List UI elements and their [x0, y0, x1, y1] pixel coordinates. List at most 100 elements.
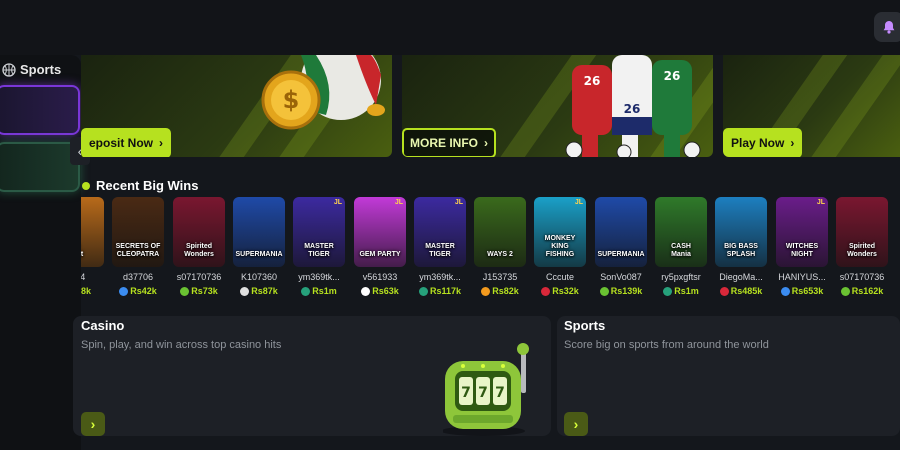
recent-win-item[interactable]: SUPERMANIA K107360 Rs87k	[233, 197, 285, 296]
game-title: GEM PARTY	[359, 251, 401, 258]
winner-username: K107360	[240, 272, 278, 282]
more-info-label: MORE INFO	[410, 136, 478, 150]
win-amount: Rs87k	[233, 286, 285, 296]
recent-win-item[interactable]: CASH Mania ry5pxgftsr Rs1m	[655, 197, 707, 296]
svg-text:7: 7	[478, 385, 488, 401]
winner-username: ry5pxgftsr	[661, 272, 701, 282]
game-title: MASTER TIGER	[425, 243, 455, 258]
winner-username: s07170736	[839, 272, 885, 282]
recent-win-item[interactable]: BIG BASS SPLASH DiegoMa... Rs485k	[715, 197, 767, 296]
svg-text:7: 7	[461, 385, 471, 401]
card-title: Sports	[564, 318, 606, 333]
win-amount: Rs117k	[414, 286, 466, 296]
game-thumbnail[interactable]: JL MONKEY KING FISHING	[534, 197, 586, 267]
currency-coin-icon	[119, 286, 129, 296]
coin-football-illustration: $	[261, 55, 385, 130]
svg-text:$: $	[283, 86, 300, 114]
win-amount-value: Rs42k	[130, 286, 157, 296]
sidebar-item-sports[interactable]: Sports	[2, 62, 61, 77]
currency-coin-icon	[481, 286, 491, 296]
win-amount-value: Rs87k	[251, 286, 278, 296]
recent-win-item[interactable]: e get s64 68k	[81, 197, 104, 296]
promo-banner-play[interactable]: Play Now ›	[723, 55, 900, 157]
provider-badge: JL	[394, 199, 403, 206]
win-amount-value: 68k	[81, 286, 92, 296]
win-amount: Rs1m	[655, 286, 707, 296]
recent-wins-strip: e get s64 68k SECRETS OF CLEOPATRA d37706 Rs4…	[81, 197, 900, 300]
chevron-right-icon: ›	[484, 136, 488, 150]
more-info-button[interactable]: MORE INFO ›	[402, 128, 496, 157]
game-thumbnail[interactable]: JL WITCHES NIGHT	[776, 197, 828, 267]
currency-coin-icon	[418, 286, 428, 296]
recent-win-item[interactable]: JL GEM PARTY v561933 Rs63k	[354, 197, 406, 296]
winner-username: DiegoMa...	[719, 272, 763, 282]
game-thumbnail[interactable]: BIG BASS SPLASH	[715, 197, 767, 267]
win-amount-value: Rs73k	[191, 286, 218, 296]
recent-win-item[interactable]: SUPERMANIA SonVo087 Rs139k	[595, 197, 647, 296]
game-thumbnail[interactable]: SECRETS OF CLEOPATRA	[112, 197, 164, 267]
game-title: BIG BASS SPLASH	[724, 243, 758, 258]
bell-icon	[883, 21, 895, 34]
win-amount: Rs653k	[776, 286, 828, 296]
game-thumbnail[interactable]: e get	[81, 197, 104, 267]
game-thumbnail[interactable]: SUPERMANIA	[233, 197, 285, 267]
game-thumbnail[interactable]: JL MASTER TIGER	[293, 197, 345, 267]
sidebar-promo-card-green[interactable]	[0, 142, 80, 192]
win-amount-value: Rs485k	[730, 286, 763, 296]
recent-win-item[interactable]: SECRETS OF CLEOPATRA d37706 Rs42k	[112, 197, 164, 296]
win-amount: Rs162k	[836, 286, 888, 296]
recent-win-item[interactable]: JL WITCHES NIGHT HANIYUS... Rs653k	[776, 197, 828, 296]
provider-badge: JL	[816, 199, 825, 206]
notification-button[interactable]	[874, 12, 900, 42]
game-thumbnail[interactable]: CASH Mania	[655, 197, 707, 267]
promo-banner-deposit[interactable]: $ eposit Now ›	[81, 55, 392, 157]
section-title: Recent Big Wins	[96, 178, 199, 193]
recent-win-item[interactable]: JL MASTER TIGER ym369tk... Rs117k	[414, 197, 466, 296]
currency-coin-icon	[780, 286, 790, 296]
win-amount: Rs42k	[112, 286, 164, 296]
casino-go-button[interactable]: ›	[81, 412, 105, 436]
currency-coin-icon	[180, 286, 190, 296]
sports-go-button[interactable]: ›	[564, 412, 588, 436]
casino-card[interactable]: Casino Spin, play, and win across top ca…	[73, 316, 551, 436]
recent-win-item[interactable]: WAYS 2 J153735 Rs82k	[474, 197, 526, 296]
deposit-now-button[interactable]: eposit Now ›	[81, 128, 172, 157]
game-thumbnail[interactable]: JL GEM PARTY	[354, 197, 406, 267]
recent-win-item[interactable]: JL MASTER TIGER ym369tk... Rs1m	[293, 197, 345, 296]
currency-coin-icon	[663, 286, 673, 296]
football-players-illustration: 26 26 26	[565, 55, 701, 157]
recent-win-item[interactable]: Spirited Wonders s07170736 Rs73k	[173, 197, 225, 296]
win-amount: Rs73k	[173, 286, 225, 296]
sidebar-promo-card-purple[interactable]	[0, 85, 80, 135]
game-thumbnail[interactable]: Spirited Wonders	[836, 197, 888, 267]
sports-card[interactable]: Sports Score big on sports from around t…	[557, 316, 900, 436]
game-thumbnail[interactable]: WAYS 2	[474, 197, 526, 267]
win-amount: Rs1m	[293, 286, 345, 296]
winner-username: ym369tk...	[419, 272, 461, 282]
game-thumbnail[interactable]: SUPERMANIA	[595, 197, 647, 267]
game-title: MASTER TIGER	[304, 243, 334, 258]
winner-username: SonVo087	[600, 272, 642, 282]
win-amount: 68k	[81, 286, 104, 296]
chevron-right-icon: ›	[573, 416, 579, 432]
win-amount-value: Rs162k	[851, 286, 884, 296]
card-subtitle: Spin, play, and win across top casino hi…	[81, 339, 282, 351]
live-dot-icon	[82, 181, 90, 190]
win-amount: Rs139k	[595, 286, 647, 296]
game-title: WAYS 2	[487, 251, 513, 258]
winner-username: J153735	[482, 272, 518, 282]
recent-win-item[interactable]: JL MONKEY KING FISHING Cccute Rs32k	[534, 197, 586, 296]
win-amount: Rs82k	[474, 286, 526, 296]
game-thumbnail[interactable]: Spirited Wonders	[173, 197, 225, 267]
play-now-button[interactable]: Play Now ›	[723, 128, 803, 157]
slot-machine-icon: 7 7 7	[443, 343, 529, 436]
recent-big-wins-heading: Recent Big Wins	[82, 178, 198, 193]
currency-coin-icon	[301, 286, 311, 296]
game-title: SECRETS OF CLEOPATRA	[115, 243, 161, 258]
basketball-icon	[2, 62, 16, 77]
promo-banner-world-cup[interactable]: 26 26 26 MORE INFO ›	[402, 55, 713, 157]
card-title: Casino	[81, 318, 125, 333]
recent-win-item[interactable]: Spirited Wonders s07170736 Rs162k	[836, 197, 888, 296]
game-thumbnail[interactable]: JL MASTER TIGER	[414, 197, 466, 267]
win-amount-value: Rs82k	[492, 286, 519, 296]
